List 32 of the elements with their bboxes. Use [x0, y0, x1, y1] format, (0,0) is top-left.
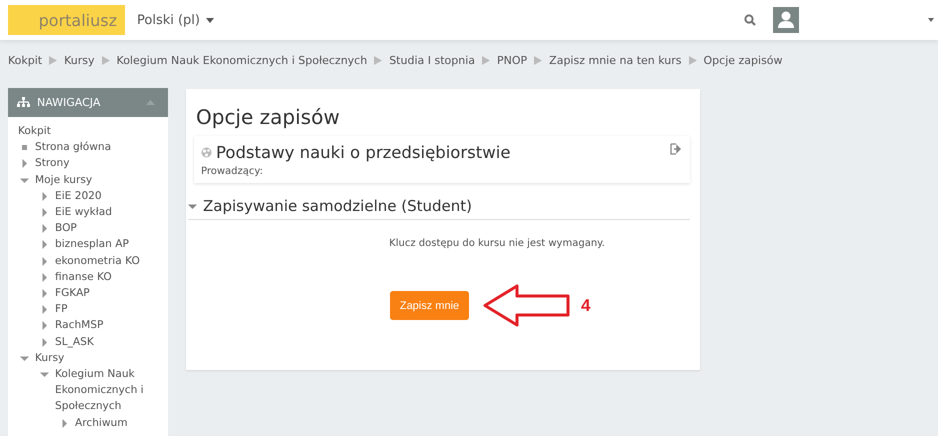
navigation-link[interactable]: Kokpit — [18, 123, 51, 140]
navigation-link[interactable]: biznesplan AP — [55, 236, 129, 253]
breadcrumb-link[interactable]: Studia I stopnia — [389, 54, 476, 66]
breadcrumb-link[interactable]: Kokpit — [8, 54, 42, 66]
navigation-link[interactable]: Kursy — [35, 350, 64, 366]
navigation-link[interactable]: EiE 2020 — [55, 188, 102, 204]
navigation-link[interactable]: FP — [55, 301, 68, 318]
breadcrumb-link[interactable]: Kolegium Nauk Ekonomicznych i Społecznych — [116, 54, 368, 66]
navigation-link[interactable]: Moje kursy — [35, 172, 92, 188]
breadcrumb-link[interactable]: PNOP — [497, 54, 528, 66]
navigation-link[interactable]: BOP — [55, 220, 77, 236]
section-title: Zapisywanie samodzielne (Student) — [203, 197, 472, 215]
navigation-link[interactable]: Strona główna — [35, 139, 112, 156]
navigation-link[interactable]: ekonometria KO — [55, 252, 140, 269]
info-text: Klucz dostępu do kursu nie jest wymagany. — [388, 238, 606, 249]
navigation-link[interactable]: RachMSP — [55, 317, 104, 334]
breadcrumb-link[interactable]: Opcje zapisów — [704, 54, 783, 66]
navigation-link[interactable]: Kolegium Nauk Ekonomicznych i Społecznych — [55, 366, 160, 415]
navigation-link[interactable]: SL_ASK — [55, 334, 94, 350]
navigation-link[interactable]: Strony — [35, 155, 70, 172]
navigation-link[interactable]: EiE wykład — [55, 204, 112, 220]
navigation-link[interactable]: finanse KO — [55, 268, 112, 286]
course-link[interactable]: Podstawy nauki o przedsiębiorstwie — [216, 143, 510, 162]
breadcrumb-link[interactable]: Kursy — [64, 54, 95, 66]
panel-title: NAWIGACJA — [37, 96, 100, 109]
teacher-label: Prowadzący: — [201, 166, 264, 177]
breadcrumb-link[interactable]: Zapisz mnie na ten kurs — [549, 54, 682, 66]
annotation-number: 4 — [581, 296, 590, 316]
navigation-link[interactable]: FGKAP — [55, 285, 90, 302]
navigation-link[interactable]: Archiwum — [75, 414, 128, 431]
language-menu[interactable]: Polski (pl) — [137, 12, 214, 28]
page-title: Opcje zapisów — [196, 105, 341, 129]
